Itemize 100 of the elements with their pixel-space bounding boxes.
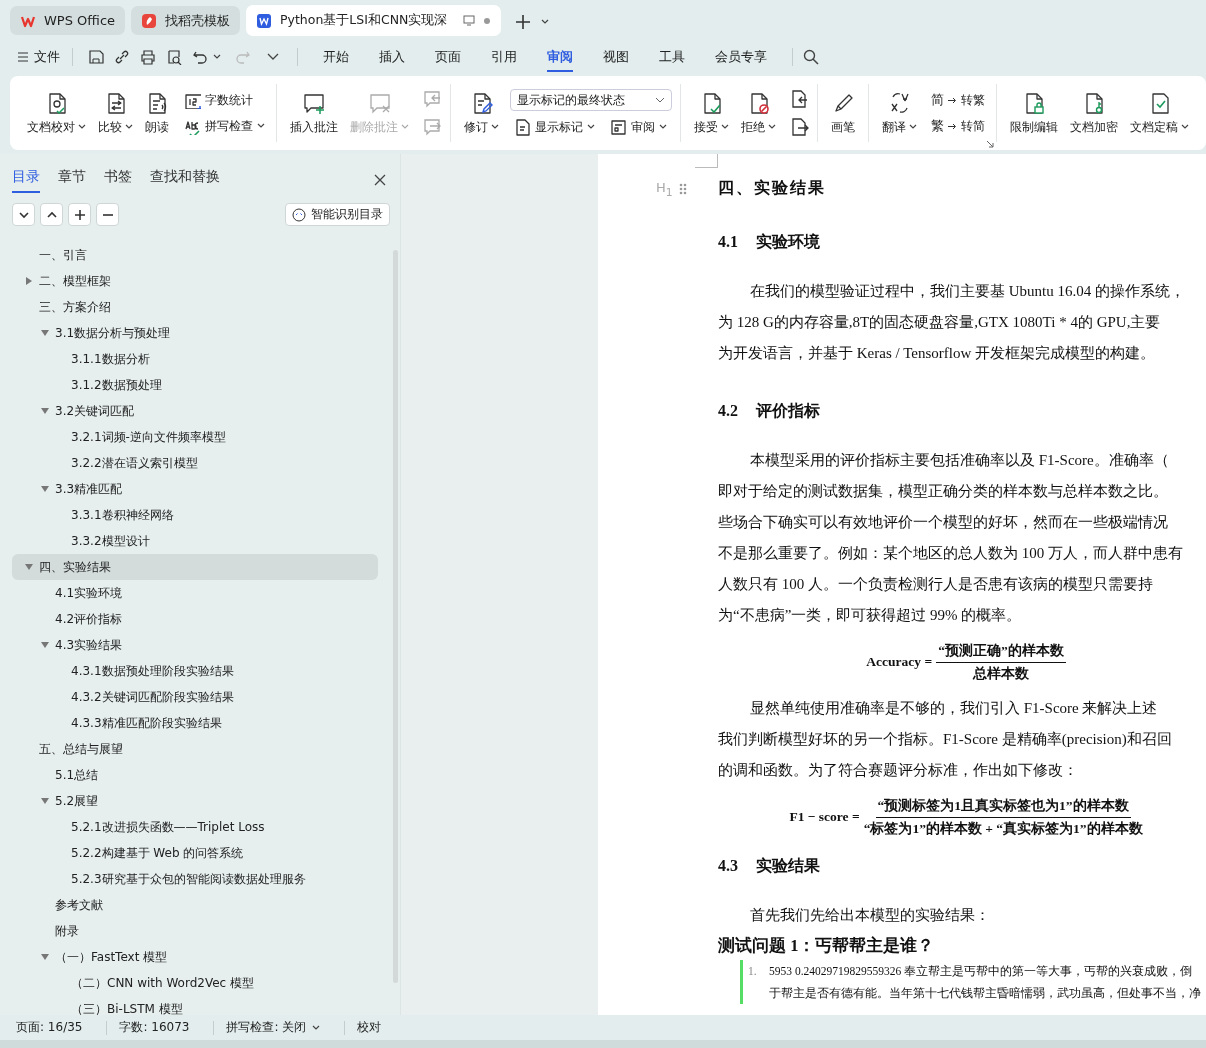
outline-item[interactable]: 4.1实验环境	[12, 580, 378, 606]
ribbon-tab[interactable]: 视图	[603, 42, 629, 72]
expand-all-button[interactable]	[40, 203, 63, 226]
browser-tab[interactable]: WPS Office	[10, 6, 126, 35]
ribbon-button[interactable]: 朗读	[140, 88, 174, 138]
browser-tab[interactable]: Python基于LSI和CNN实现深	[246, 5, 502, 36]
outline-item[interactable]: （一）FastText 模型	[12, 944, 378, 970]
outline-item[interactable]: 四、实验结果	[12, 554, 378, 580]
outline-item[interactable]: 5.1总结	[12, 762, 378, 788]
outline-item[interactable]: 3.1数据分析与预处理	[12, 320, 378, 346]
ribbon-button[interactable]: 文档校对	[22, 88, 91, 138]
ribbon-button[interactable]: 插入批注	[285, 88, 343, 138]
ribbon-button[interactable]: 画笔	[826, 88, 860, 138]
file-menu-button[interactable]: 文件	[16, 46, 62, 68]
ribbon-button[interactable]: 比较	[93, 88, 138, 138]
save-icon[interactable]	[88, 49, 104, 65]
drag-handle-icon[interactable]	[678, 183, 687, 196]
outline-item[interactable]: 5.2.2构建基于 Web 的问答系统	[12, 840, 378, 866]
collapse-arrow-icon[interactable]	[41, 953, 49, 961]
text-line: 的调和函数。为了符合赛题评分标准，作出如下修改：	[718, 761, 1079, 780]
ribbon-button[interactable]: 限制编辑	[1005, 88, 1063, 138]
panel-tab[interactable]: 查找和替换	[150, 166, 220, 193]
document-right-arrow-icon[interactable]	[789, 117, 809, 137]
collapse-arrow-icon[interactable]	[41, 329, 49, 337]
outline-item[interactable]: 4.2评价指标	[12, 606, 378, 632]
smart-toc-button[interactable]: 智能识别目录	[285, 203, 390, 226]
outline-item[interactable]: 参考文献	[12, 892, 378, 918]
outline-item[interactable]: 4.3.1数据预处理阶段实验结果	[12, 658, 378, 684]
ribbon-tab[interactable]: 引用	[491, 42, 517, 72]
caret-icon	[257, 123, 265, 129]
caret-icon	[125, 124, 133, 130]
search-icon[interactable]	[803, 49, 819, 65]
outline-item[interactable]: 3.3.2模型设计	[12, 528, 378, 554]
collapse-arrow-icon[interactable]	[41, 797, 49, 805]
ribbon-button[interactable]: 翻译	[877, 88, 922, 138]
collapse-arrow-icon[interactable]	[25, 563, 33, 571]
ribbon-tab[interactable]: 会员专享	[715, 42, 767, 72]
ribbon-tab[interactable]: 审阅	[547, 42, 573, 72]
text-line: 即对于给定的测试数据集，模型正确分类的样本数与总样本数之比。	[718, 482, 1169, 501]
section-heading: 评价指标	[756, 400, 820, 421]
print-preview-icon[interactable]	[166, 49, 182, 65]
status-dropdown[interactable]: 拼写检查: 关闭	[226, 1019, 333, 1036]
document-left-arrow-icon[interactable]	[789, 89, 809, 109]
outline-item[interactable]: 4.3实验结果	[12, 632, 378, 658]
ribbon-small-button[interactable]: 显示标记	[510, 117, 598, 137]
outline-item[interactable]: 3.3.1卷积神经网络	[12, 502, 378, 528]
panel-tab[interactable]: 章节	[58, 166, 86, 193]
outline-item[interactable]: 3.1.1数据分析	[12, 346, 378, 372]
outline-item[interactable]: 5.2.1改进损失函数——Triplet Loss	[12, 814, 378, 840]
ribbon-button[interactable]: 文档定稿	[1125, 88, 1194, 138]
dialog-launcher-icon[interactable]	[986, 140, 994, 148]
chapter-heading: 四、实验结果	[718, 177, 826, 198]
add-button[interactable]	[68, 203, 91, 226]
monitor-icon[interactable]	[463, 15, 476, 26]
outline-item[interactable]: 附录	[12, 918, 378, 944]
remove-button[interactable]	[96, 203, 119, 226]
view-mode-select[interactable]: 显示标记的最终状态	[510, 89, 672, 111]
outline-item[interactable]: （三）Bi-LSTM 模型	[12, 996, 378, 1015]
add-tab-icon[interactable]	[515, 14, 532, 30]
caret-icon	[721, 124, 729, 130]
ribbon-tab[interactable]: 开始	[323, 42, 349, 72]
outline-item[interactable]: 3.2关键词匹配	[12, 398, 378, 424]
undo-icon[interactable]	[192, 49, 208, 65]
ribbon-small-button[interactable]: 繁 转简	[928, 116, 988, 136]
panel-tab[interactable]: 书签	[104, 166, 132, 193]
outline-item[interactable]: 三、方案介绍	[12, 294, 378, 320]
outline-item[interactable]: 3.1.2数据预处理	[12, 372, 378, 398]
ribbon-small-button[interactable]: 拼写检查	[180, 116, 268, 136]
outline-item[interactable]: （二）CNN with Word2Vec 模型	[12, 970, 378, 996]
collapse-arrow-icon[interactable]	[41, 485, 49, 493]
ribbon-button[interactable]: 接受	[689, 88, 734, 138]
collapse-arrow-icon[interactable]	[41, 641, 49, 649]
collapse-arrow-icon[interactable]	[41, 407, 49, 415]
print-icon[interactable]	[140, 49, 156, 65]
panel-tab[interactable]: 目录	[12, 166, 40, 193]
ribbon-small-button[interactable]: 审阅	[606, 117, 670, 137]
outline-item[interactable]: 5.2.3研究基于众包的智能阅读数据处理服务	[12, 866, 378, 892]
ribbon-tab[interactable]: 页面	[435, 42, 461, 72]
outline-item[interactable]: 4.3.3精准匹配阶段实验结果	[12, 710, 378, 736]
close-icon[interactable]	[374, 173, 386, 186]
expand-arrow-icon[interactable]	[25, 277, 33, 285]
ribbon-tab[interactable]: 插入	[379, 42, 405, 72]
ribbon-button[interactable]: 修订	[459, 88, 504, 138]
outline-item[interactable]: 3.2.1词频-逆向文件频率模型	[12, 424, 378, 450]
collapse-all-button[interactable]	[12, 203, 35, 226]
ribbon-button[interactable]: 文档加密	[1065, 88, 1123, 138]
outline-item[interactable]: 3.2.2潜在语义索引模型	[12, 450, 378, 476]
link-icon[interactable]	[114, 49, 130, 65]
outline-item[interactable]: 一、引言	[12, 242, 378, 268]
outline-item[interactable]: 4.3.2关键词匹配阶段实验结果	[12, 684, 378, 710]
dropdown-icon[interactable]	[267, 53, 279, 61]
browser-tab[interactable]: 找稻壳模板	[131, 6, 241, 35]
outline-item[interactable]: 3.3精准匹配	[12, 476, 378, 502]
outline-item[interactable]: 五、总结与展望	[12, 736, 378, 762]
outline-item[interactable]: 二、模型框架	[12, 268, 378, 294]
ribbon-tab[interactable]: 工具	[659, 42, 685, 72]
ribbon-small-button[interactable]: 简 转繁	[928, 90, 988, 110]
ribbon-button[interactable]: 拒绝	[736, 88, 781, 138]
ribbon-small-button[interactable]: 字数统计	[180, 90, 268, 110]
outline-item[interactable]: 5.2展望	[12, 788, 378, 814]
